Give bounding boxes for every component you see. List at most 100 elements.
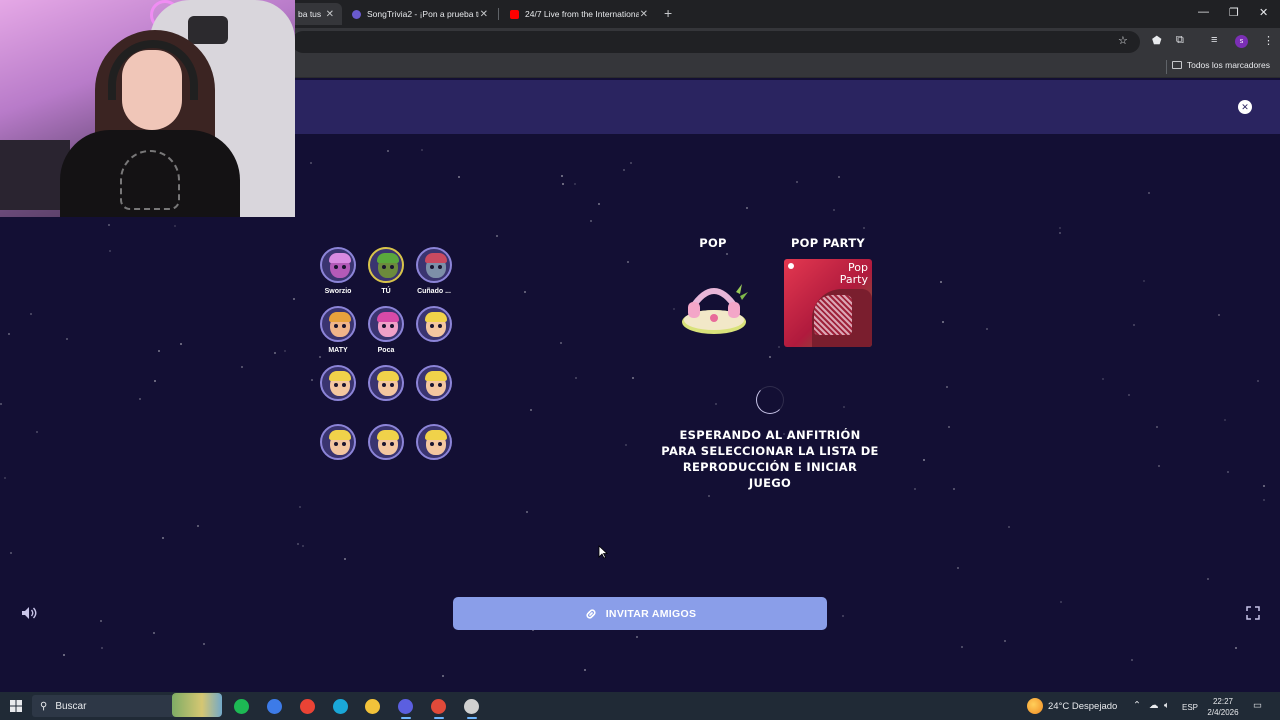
chrome-profile-icon[interactable]	[431, 699, 446, 714]
avatar-hair	[377, 253, 399, 263]
spotify-icon[interactable]	[234, 699, 249, 714]
star	[311, 379, 313, 381]
star	[180, 343, 182, 345]
windows-start-icon[interactable]	[10, 700, 22, 712]
avatar-hair	[425, 430, 447, 440]
star	[584, 669, 586, 671]
all-bookmarks-folder[interactable]: Todos los marcadores	[1171, 60, 1270, 70]
tab-label: ba tus	[298, 9, 322, 19]
player-avatar	[416, 247, 452, 283]
cover-sparkle-dress	[814, 295, 852, 335]
avatar-eye	[334, 324, 338, 328]
menu-kebab-icon[interactable]: ⋮	[1263, 34, 1274, 47]
extensions-puzzle-icon[interactable]: ⧉	[1176, 34, 1184, 47]
file-explorer-icon[interactable]	[365, 699, 380, 714]
star	[838, 176, 840, 178]
avatar-eye	[382, 442, 386, 446]
close-window-button[interactable]: ✕	[1259, 6, 1268, 19]
star	[1008, 526, 1010, 528]
network-icon[interactable]: ☁	[1149, 700, 1159, 711]
language-indicator[interactable]: ESP	[1180, 702, 1200, 713]
store-icon[interactable]	[333, 699, 348, 714]
pop-party-cover-label: Pop Party	[839, 261, 868, 286]
loading-spinner	[756, 386, 784, 414]
profile-avatar[interactable]: s	[1235, 35, 1248, 48]
star	[241, 366, 243, 368]
obs-icon[interactable]	[464, 699, 479, 714]
star	[197, 525, 199, 527]
pop-party-playlist-cover[interactable]: Pop Party	[784, 259, 872, 347]
avatar-eye	[390, 324, 394, 328]
star	[154, 380, 156, 382]
minimize-button[interactable]: —	[1198, 6, 1209, 18]
star	[769, 356, 771, 358]
star	[174, 225, 176, 227]
player-avatar	[320, 424, 356, 460]
clock-time[interactable]: 22:27	[1205, 696, 1241, 707]
close-tab-icon[interactable]: ✕	[640, 9, 648, 20]
tab-songtrivia[interactable]: SongTrivia2 - ¡Pon a prueba tus ✕	[344, 3, 496, 25]
playlist-title-pop: POP	[699, 236, 727, 250]
media-control-icon[interactable]: ≡	[1211, 34, 1217, 46]
avatar-hair	[329, 312, 351, 322]
volume-icon[interactable]	[21, 606, 37, 620]
tray-chevron-icon[interactable]: ⌃	[1133, 700, 1141, 711]
speaker-icon[interactable]: 🔈︎	[1164, 700, 1170, 711]
tab-youtube-live[interactable]: 24/7 Live from the International ✕	[502, 3, 656, 25]
player-avatar	[368, 247, 404, 283]
star	[1207, 578, 1209, 580]
bookmarks-folder-label: Todos los marcadores	[1186, 60, 1270, 70]
address-bar[interactable]	[292, 31, 1140, 53]
star	[636, 636, 638, 638]
avatar-hair	[377, 371, 399, 381]
star	[442, 675, 444, 677]
invite-friends-button[interactable]: INVITAR AMIGOS	[453, 597, 827, 630]
copilot-icon[interactable]	[267, 699, 282, 714]
close-icon[interactable]: ✕	[1238, 100, 1252, 114]
avatar-eye	[342, 383, 346, 387]
star	[746, 207, 748, 209]
star	[1148, 192, 1150, 194]
star	[1218, 314, 1220, 316]
star	[863, 227, 865, 229]
close-tab-icon[interactable]: ✕	[326, 9, 334, 20]
extension-icon[interactable]: ⬟	[1152, 34, 1162, 47]
star	[1143, 280, 1145, 282]
star	[1227, 471, 1229, 473]
bookmarks-divider	[1166, 60, 1167, 74]
star	[778, 346, 780, 348]
star	[625, 444, 627, 446]
player-name: Cuñado ...	[417, 288, 451, 295]
star	[1133, 324, 1135, 326]
tab-songtrivia-active[interactable]: ba tus ✕	[290, 3, 342, 25]
star	[1131, 659, 1133, 661]
star	[10, 552, 12, 554]
star	[914, 488, 916, 490]
weather-text[interactable]: 24°C Despejado	[1048, 701, 1117, 712]
bookmark-star-icon[interactable]: ☆	[1118, 34, 1128, 47]
notifications-icon[interactable]: ▭	[1253, 700, 1262, 711]
star	[387, 150, 389, 152]
new-tab-button[interactable]: +	[664, 5, 672, 21]
fullscreen-icon[interactable]	[1246, 606, 1260, 620]
restore-button[interactable]: ❐	[1229, 6, 1239, 19]
close-tab-icon[interactable]: ✕	[480, 9, 488, 20]
weather-icon[interactable]	[1027, 698, 1043, 714]
star	[574, 183, 576, 185]
avatar-hair	[377, 430, 399, 440]
avatar-hair	[377, 312, 399, 322]
mouse-cursor-icon	[598, 545, 608, 559]
discord-icon[interactable]	[398, 699, 413, 714]
star	[590, 220, 592, 222]
search-highlight-art	[172, 693, 222, 717]
chrome-icon[interactable]	[300, 699, 315, 714]
pop-playlist-cover[interactable]	[678, 272, 750, 338]
star	[66, 338, 68, 340]
avatar-eye	[430, 442, 434, 446]
star	[632, 377, 634, 379]
star	[598, 203, 600, 205]
clock-date[interactable]: 2/4/2026	[1203, 707, 1243, 718]
tab-separator	[498, 8, 499, 20]
star	[203, 643, 205, 645]
star	[842, 615, 844, 617]
